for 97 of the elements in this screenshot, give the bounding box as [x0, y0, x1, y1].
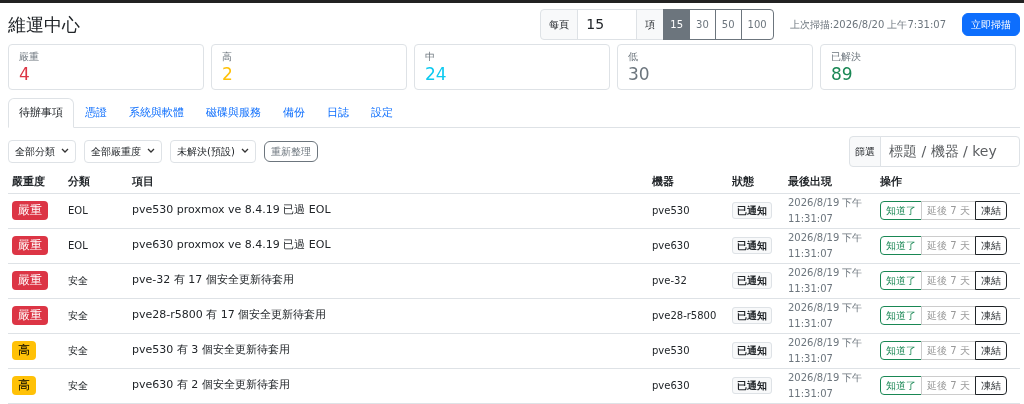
status-badge: 已通知: [732, 342, 772, 359]
item-title: pve630 proxmox ve 8.4.19 已過 EOL: [128, 228, 648, 263]
column-header: 項目: [128, 170, 648, 193]
chevron-down-icon: [61, 148, 69, 155]
refresh-button[interactable]: 重新整理: [263, 140, 318, 162]
machine-cell: pve630: [648, 368, 728, 403]
filter-select[interactable]: 未解決(預設): [170, 139, 256, 163]
item-title: pve530 proxmox ve 8.4.19 已過 EOL: [128, 193, 648, 228]
column-header: 分類: [64, 170, 128, 193]
filter-select[interactable]: 全部分類: [8, 139, 76, 163]
page-size-option[interactable]: 100: [740, 9, 774, 40]
page-size-label: 每頁: [540, 9, 579, 40]
action-button[interactable]: 知道了: [880, 236, 922, 255]
action-button[interactable]: 凍結: [974, 341, 1007, 360]
tab[interactable]: 日誌: [316, 98, 360, 128]
summary-label: 嚴重: [19, 50, 40, 64]
severity-badge: 嚴重: [12, 270, 48, 291]
summary-label: 已解決: [831, 50, 862, 64]
chevron-down-icon: [147, 148, 155, 155]
column-header: 嚴重度: [8, 170, 64, 193]
page-title: 維運中心: [8, 13, 80, 36]
action-button[interactable]: 凍結: [974, 271, 1007, 290]
scan-now-button[interactable]: 立即掃描: [962, 13, 1020, 36]
page-size-unit: 項: [636, 9, 665, 40]
severity-badge: 嚴重: [12, 235, 48, 256]
last-seen-cell: 2026/8/19 下午 11:31:07: [784, 228, 876, 263]
column-header: 狀態: [728, 170, 784, 193]
search-label: 篩選: [849, 135, 881, 167]
last-seen-cell: 2026/8/19 下午 11:31:07: [784, 333, 876, 368]
status-badge: 已通知: [732, 202, 772, 219]
action-button[interactable]: 延後 7 天: [921, 341, 976, 360]
summary-count: 4: [19, 64, 31, 85]
page-size-input[interactable]: 15: [577, 9, 638, 40]
column-header: 機器: [648, 170, 728, 193]
category-cell: EOL: [64, 228, 128, 263]
tab[interactable]: 憑證: [74, 98, 118, 128]
filter-select[interactable]: 全部嚴重度: [84, 139, 162, 163]
action-button[interactable]: 知道了: [880, 376, 922, 395]
category-cell: 安全: [64, 263, 128, 298]
action-button[interactable]: 凍結: [974, 236, 1007, 255]
category-cell: EOL: [64, 193, 128, 228]
tab[interactable]: 系統與軟體: [118, 98, 195, 128]
action-button[interactable]: 凍結: [974, 306, 1007, 325]
status-badge: 已通知: [732, 272, 772, 289]
tab[interactable]: 待辦事項: [8, 98, 74, 128]
action-button[interactable]: 延後 7 天: [921, 376, 976, 395]
action-button[interactable]: 知道了: [880, 306, 922, 325]
chevron-down-icon: [240, 148, 249, 155]
summary-count: 89: [831, 64, 854, 85]
machine-cell: pve28-r5800: [648, 298, 728, 333]
summary-label: 高: [222, 50, 233, 64]
severity-badge: 嚴重: [12, 305, 48, 326]
item-title: pve530 有 3 個安全更新待套用: [128, 333, 648, 368]
machine-cell: pve630: [648, 228, 728, 263]
machine-cell: pve-32: [648, 263, 728, 298]
action-button[interactable]: 知道了: [880, 271, 922, 290]
column-header: 操作: [876, 170, 1020, 193]
page-size-option[interactable]: 30: [689, 9, 716, 40]
summary-label: 低: [628, 50, 639, 64]
action-button[interactable]: 知道了: [880, 201, 922, 220]
action-button[interactable]: 延後 7 天: [921, 271, 976, 290]
severity-badge: 嚴重: [12, 200, 48, 221]
status-badge: 已通知: [732, 377, 772, 394]
category-cell: 安全: [64, 368, 128, 403]
category-cell: 安全: [64, 333, 128, 368]
severity-badge: 高: [12, 375, 36, 396]
item-title: pve28-r5800 有 17 個安全更新待套用: [128, 298, 648, 333]
page-size-option[interactable]: 15: [663, 9, 691, 40]
column-header: 最後出現: [784, 170, 876, 193]
page-size-option[interactable]: 50: [714, 9, 742, 40]
tab[interactable]: 磁碟與服務: [195, 98, 272, 128]
tab[interactable]: 備份: [272, 98, 316, 128]
last-scan-text: 上次掃描:2026/8/20 上午7:31:07: [789, 18, 946, 32]
search-field[interactable]: 標題 / 機器 / key: [880, 135, 1020, 167]
status-badge: 已通知: [732, 237, 772, 254]
action-button[interactable]: 凍結: [974, 201, 1007, 220]
last-seen-cell: 2026/8/19 下午 11:31:07: [784, 298, 876, 333]
last-seen-cell: 2026/8/19 下午 11:31:07: [784, 368, 876, 403]
severity-badge: 高: [12, 340, 36, 361]
action-button[interactable]: 知道了: [880, 341, 922, 360]
summary-label: 中: [425, 50, 436, 64]
machine-cell: pve530: [648, 333, 728, 368]
last-seen-cell: 2026/8/19 下午 11:31:07: [784, 263, 876, 298]
item-title: pve-32 有 17 個安全更新待套用: [128, 263, 648, 298]
action-button[interactable]: 延後 7 天: [921, 201, 976, 220]
summary-count: 24: [425, 64, 448, 85]
tab[interactable]: 設定: [360, 98, 404, 128]
summary-count: 2: [222, 64, 234, 85]
category-cell: 安全: [64, 298, 128, 333]
item-title: pve630 有 2 個安全更新待套用: [128, 368, 648, 403]
action-button[interactable]: 延後 7 天: [921, 236, 976, 255]
status-badge: 已通知: [732, 307, 772, 324]
machine-cell: pve530: [648, 193, 728, 228]
last-seen-cell: 2026/8/19 下午 11:31:07: [784, 193, 876, 228]
summary-count: 30: [628, 64, 651, 85]
action-button[interactable]: 凍結: [974, 376, 1007, 395]
action-button[interactable]: 延後 7 天: [921, 306, 976, 325]
